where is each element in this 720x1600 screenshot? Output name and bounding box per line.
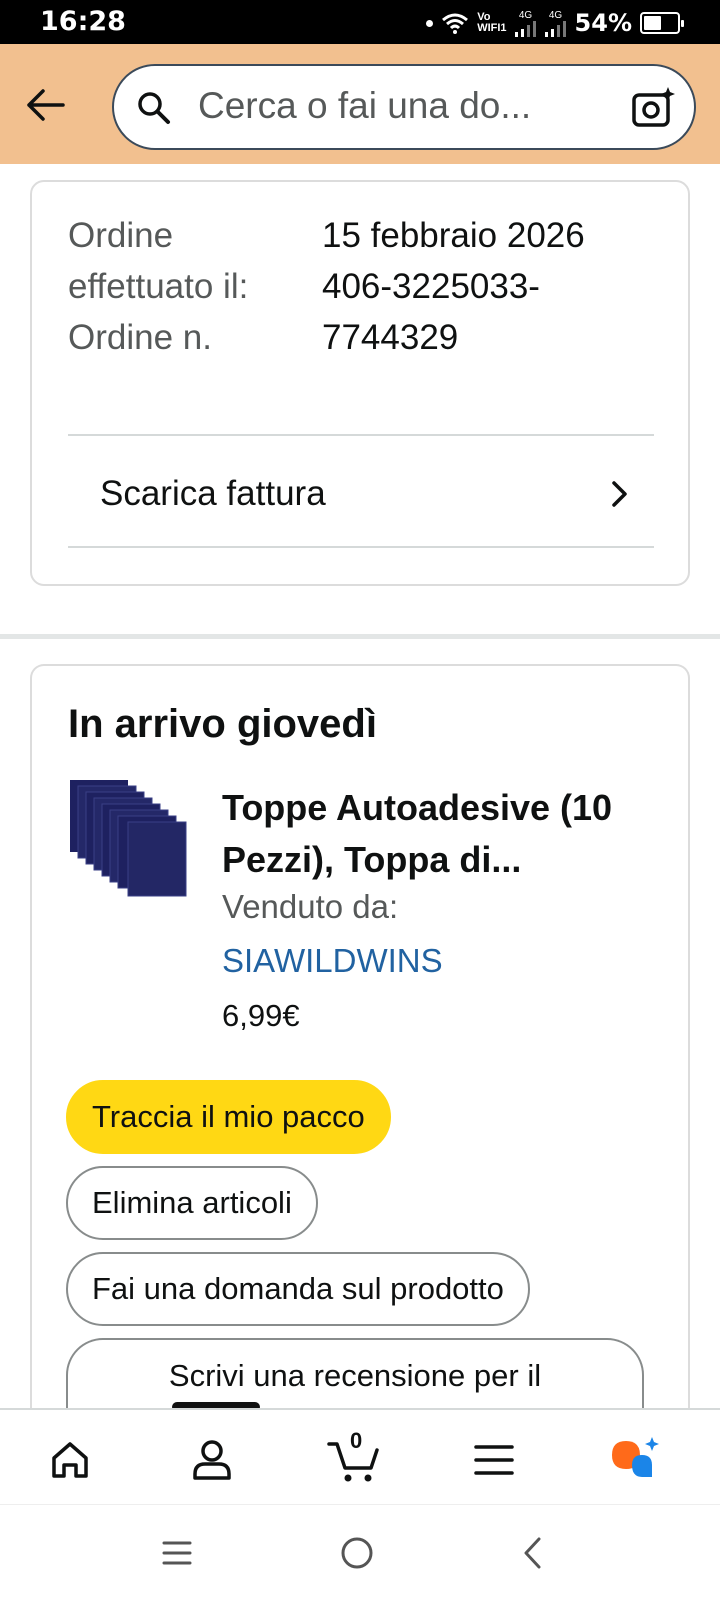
recents-button[interactable]: [152, 1533, 202, 1573]
back-button[interactable]: [20, 80, 70, 130]
nav-menu[interactable]: [464, 1432, 524, 1488]
home-icon: [52, 1442, 88, 1478]
seller-link[interactable]: SIAWILDWINS: [222, 942, 443, 980]
nav-account[interactable]: [182, 1432, 242, 1488]
cart-count-badge: 0: [350, 1428, 363, 1453]
status-bar: 16:28 Vo WIFI1 4G 4G 54%: [0, 0, 720, 44]
product-price: 6,99€: [222, 998, 300, 1033]
home-circle-icon: [341, 1537, 373, 1569]
ask-question-button[interactable]: Fai una domanda sul prodotto: [66, 1252, 530, 1326]
menu-icon: [474, 1445, 514, 1475]
back-chevron-icon: [524, 1537, 541, 1569]
order-date: 15 febbraio 2026: [322, 216, 585, 255]
download-invoice-row[interactable]: Scarica fattura: [68, 440, 654, 548]
order-number-label: Ordine n.: [68, 318, 212, 357]
rufus-assistant-icon: [612, 1437, 659, 1477]
signal-2: 4G: [544, 9, 567, 37]
delete-items-button[interactable]: Elimina articoli: [66, 1166, 318, 1240]
track-package-button[interactable]: Traccia il mio pacco: [66, 1080, 391, 1154]
search-input[interactable]: Cerca o fai una do...: [198, 85, 531, 127]
network-type-2: 4G: [548, 9, 563, 21]
status-icons: Vo WIFI1 4G 4G 54%: [426, 8, 684, 38]
status-time: 16:28: [40, 6, 126, 37]
search-bar[interactable]: Cerca o fai una do...: [112, 64, 696, 150]
app-header: Cerca o fai una do...: [0, 44, 720, 164]
nav-rufus[interactable]: [606, 1432, 666, 1488]
divider: [68, 546, 654, 548]
section-separator: [0, 634, 720, 639]
download-invoice-label: Scarica fattura: [100, 474, 326, 513]
battery-icon: [640, 12, 684, 34]
home-system-button[interactable]: [332, 1533, 382, 1573]
order-values: 15 febbraio 2026 406-3225033-7744329: [322, 210, 662, 363]
back-system-button[interactable]: [508, 1533, 558, 1573]
product-image[interactable]: [68, 778, 188, 898]
search-icon: [138, 92, 170, 124]
write-review-button[interactable]: Scrivi una recensione per il: [66, 1338, 644, 1412]
recents-icon: [162, 1541, 192, 1565]
battery-percent: 54%: [574, 9, 632, 37]
wifi-calling-label: WIFI1: [477, 22, 507, 34]
order-labels: Ordine effettuato il: Ordine n.: [68, 210, 268, 363]
camera-search-icon[interactable]: [630, 85, 676, 131]
nav-home[interactable]: [40, 1432, 100, 1488]
network-type-1: 4G: [518, 9, 533, 21]
delivery-card: In arrivo giovedì Toppe Autoadesive (10 …: [30, 664, 690, 1484]
order-placed-label: Ordine effettuato il:: [68, 216, 249, 306]
signal-1: 4G: [514, 9, 537, 37]
volte-indicator: Vo WIFI1: [477, 12, 506, 34]
account-icon: [193, 1440, 231, 1480]
battery-fill: [644, 16, 662, 30]
product-title[interactable]: Toppe Autoadesive (10 Pezzi), Toppa di..…: [222, 782, 662, 886]
signal-bars-icon: [544, 20, 566, 37]
bottom-nav: 0: [0, 1408, 720, 1504]
signal-bars-icon: [514, 20, 536, 37]
sold-by-label: Venduto da:: [222, 888, 399, 925]
order-number: 406-3225033-7744329: [322, 267, 540, 357]
nav-cart[interactable]: 0: [324, 1428, 384, 1488]
back-arrow-icon: [27, 89, 65, 121]
notification-dot-icon: [426, 19, 434, 27]
chevron-right-icon: [612, 481, 627, 507]
divider: [68, 434, 654, 436]
delivery-title: In arrivo giovedì: [68, 702, 377, 746]
system-nav-bar: [0, 1504, 720, 1600]
wifi-icon: [442, 13, 469, 34]
order-info-card: Ordine effettuato il: Ordine n. 15 febbr…: [30, 180, 690, 586]
